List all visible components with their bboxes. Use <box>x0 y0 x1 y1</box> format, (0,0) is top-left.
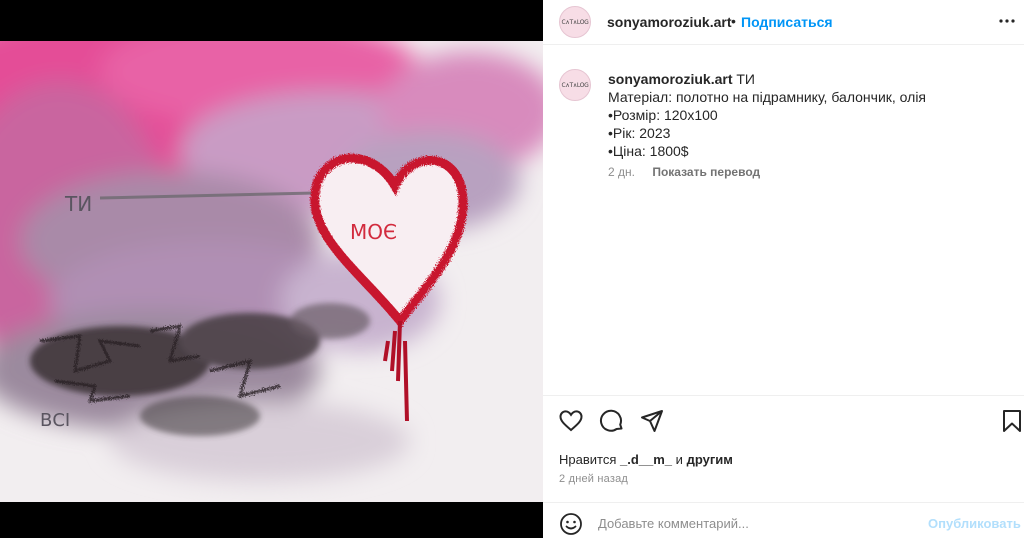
follow-button[interactable]: Подписаться <box>741 14 833 30</box>
caption-meta: 2 дн. Показать перевод <box>608 165 760 179</box>
author-avatar[interactable]: C∧T∧LOG <box>559 6 591 38</box>
author-username[interactable]: sonyamoroziuk.art <box>607 14 731 30</box>
caption-line: •Рік: 2023 <box>608 125 671 141</box>
caption-avatar-text: C∧T∧LOG <box>561 81 589 89</box>
post-artwork[interactable]: ТИ МОЄ ВСІ <box>0 41 543 502</box>
publish-button[interactable]: Опубликовать <box>928 516 1021 531</box>
caption-age: 2 дн. <box>608 165 635 179</box>
likes-and: и <box>675 452 683 467</box>
likes-summary: Нравится _.d__m_ и другим <box>559 452 733 467</box>
caption-line: •Розмір: 120х100 <box>608 107 718 123</box>
heart-icon[interactable] <box>558 408 584 434</box>
media-pane: ТИ МОЄ ВСІ <box>0 0 543 538</box>
post-side-pane: C∧T∧LOG sonyamoroziuk.art • Подписаться … <box>543 0 1024 538</box>
caption-line: •Ціна: 1800$ <box>608 143 689 159</box>
more-options-icon[interactable] <box>998 12 1016 30</box>
artwork-word-vsi: ВСІ <box>40 410 70 431</box>
artwork-word-ty: ТИ <box>64 192 92 216</box>
caption-title: ТИ <box>736 71 755 87</box>
post-header: C∧T∧LOG sonyamoroziuk.art • Подписаться <box>543 0 1024 45</box>
post-caption: C∧T∧LOG sonyamoroziuk.art ТИ Матеріал: п… <box>543 45 1024 395</box>
likes-user-link[interactable]: _.d__m_ <box>620 452 672 467</box>
show-translation-button[interactable]: Показать перевод <box>652 165 760 179</box>
caption-username[interactable]: sonyamoroziuk.art <box>608 71 732 87</box>
post-timestamp[interactable]: 2 дней назад <box>559 473 628 485</box>
likes-others-link[interactable]: другим <box>687 452 733 467</box>
avatar-text: C∧T∧LOG <box>561 18 589 26</box>
artwork-word-moie: МОЄ <box>350 220 397 244</box>
bookmark-icon[interactable] <box>999 408 1024 434</box>
likes-prefix: Нравится <box>559 452 617 467</box>
emoji-icon[interactable] <box>559 512 583 536</box>
comment-input[interactable] <box>598 513 918 533</box>
comment-icon[interactable] <box>599 408 625 434</box>
caption-text: sonyamoroziuk.art ТИ Матеріал: полотно н… <box>608 70 1008 160</box>
caption-line: Матеріал: полотно на підрамнику, балончи… <box>608 89 927 105</box>
share-icon[interactable] <box>639 408 665 434</box>
comment-bar: Опубликовать <box>543 502 1024 538</box>
caption-avatar[interactable]: C∧T∧LOG <box>559 69 591 101</box>
separator-dot: • <box>731 13 736 29</box>
